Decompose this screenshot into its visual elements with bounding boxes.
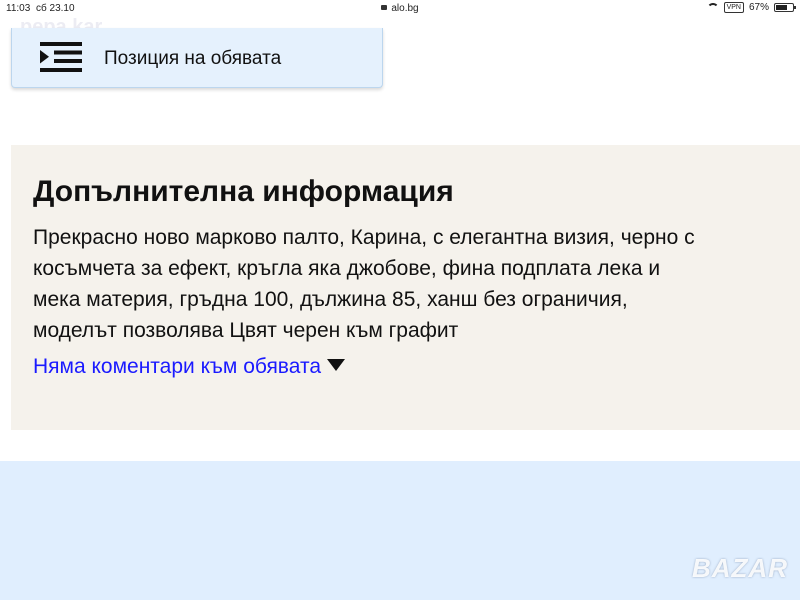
battery-fill	[776, 5, 787, 10]
triangle-down-icon	[327, 359, 346, 372]
wifi-icon	[706, 3, 719, 12]
status-icons: VPN 67%	[706, 2, 796, 13]
comments-link-text: Няма коментари към обявата	[33, 355, 322, 378]
battery-icon	[774, 3, 796, 12]
battery-percent: 67%	[748, 2, 769, 13]
vpn-badge: VPN	[723, 2, 744, 13]
address-bar[interactable]: alo.bg	[0, 3, 800, 14]
description-line: косъмчета за ефект, кръгла яка джобове, …	[33, 257, 661, 280]
url-text: alo.bg	[391, 3, 419, 14]
section-title: Допълнителна информация	[33, 175, 454, 208]
additional-info-section: Допълнителна информация Прекрасно ново м…	[11, 145, 800, 430]
bottom-panel	[0, 461, 800, 600]
description-line: мека материя, гръдна 100, дължина 85, ха…	[33, 288, 628, 311]
ad-position-button[interactable]: Позиция на обявата	[11, 28, 383, 88]
lock-icon	[381, 5, 388, 10]
status-bar: 11:03 сб 23.10 alo.bg VPN 67%	[0, 0, 800, 18]
description-text: Прекрасно ново марково палто, Карина, с …	[33, 222, 800, 346]
list-indent-icon	[40, 42, 82, 72]
comments-toggle-link[interactable]: Няма коментари към обявата	[33, 355, 346, 379]
description-line: Прекрасно ново марково палто, Карина, с …	[33, 226, 695, 249]
ad-position-label: Позиция на обявата	[104, 48, 282, 69]
description-line: моделът позволява Цвят черен към графит	[33, 319, 459, 342]
bazar-logo: BAZAR	[692, 553, 788, 583]
